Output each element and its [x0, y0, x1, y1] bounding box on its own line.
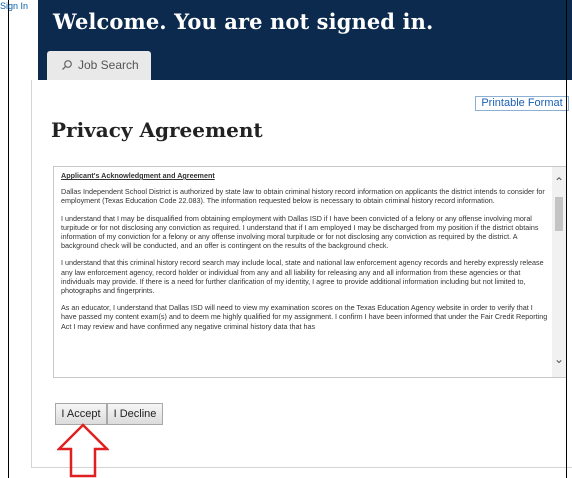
up-arrow-annotation-icon	[57, 423, 109, 478]
right-border	[566, 0, 567, 478]
header-bar: Welcome. You are not signed in. Job Sear…	[38, 0, 572, 80]
search-icon	[62, 60, 72, 70]
sign-in-link[interactable]: Sign In	[0, 1, 28, 11]
agreement-paragraph: Dallas Independent School District is au…	[61, 187, 545, 206]
scroll-up-icon[interactable]: ⌃	[552, 175, 566, 189]
page-title: Privacy Agreement	[51, 118, 263, 142]
agreement-paragraph: As an educator, I understand that Dallas…	[61, 303, 548, 331]
agreement-heading: Applicant's Acknowledgment and Agreement	[61, 171, 215, 180]
tab-job-search-label: Job Search	[78, 58, 139, 72]
agreement-text: Applicant's Acknowledgment and Agreement…	[61, 171, 549, 339]
decline-button[interactable]: I Decline	[107, 403, 163, 425]
agreement-scrollbar[interactable]: ⌃ ⌄	[552, 167, 566, 377]
agreement-paragraph: I understand that I may be disqualified …	[61, 213, 539, 251]
agreement-paragraph: I understand that this criminal history …	[61, 258, 544, 296]
scroll-down-icon[interactable]: ⌄	[552, 352, 566, 366]
agreement-box[interactable]: Applicant's Acknowledgment and Agreement…	[53, 166, 567, 378]
tab-job-search[interactable]: Job Search	[47, 51, 151, 80]
left-border	[8, 0, 9, 478]
accept-button[interactable]: I Accept	[55, 403, 107, 425]
printable-format-link[interactable]: Printable Format	[475, 96, 569, 111]
scroll-thumb[interactable]	[555, 197, 563, 231]
welcome-heading: Welcome. You are not signed in.	[53, 9, 434, 34]
